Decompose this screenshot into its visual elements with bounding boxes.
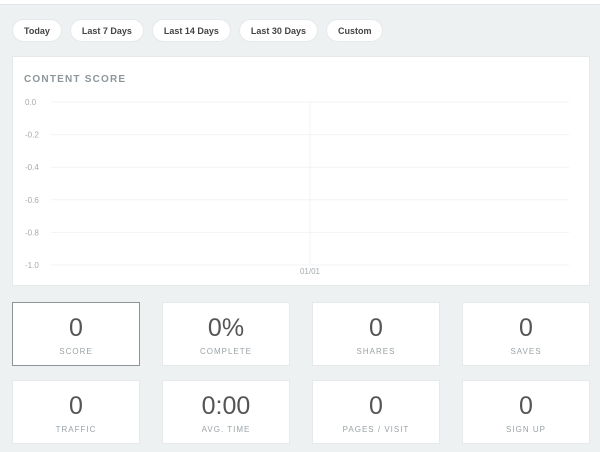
metric-value: 0 [369,314,383,342]
metric-tile-sign-up[interactable]: 0 SIGN UP [462,380,590,444]
y-tick-label: -1.0 [25,261,39,270]
y-tick-label: -0.8 [25,228,39,237]
metric-value: 0:00 [201,392,251,420]
metric-value: 0 [369,392,383,420]
x-tick-label: 01/01 [300,267,321,276]
metric-value: 0 [69,392,83,420]
range-custom-button[interactable]: Custom [325,19,384,42]
content-score-chart-card: CONTENT SCORE 0.0 -0.2 -0.4 -0.6 -0.8 -1.0 01/… [12,56,590,286]
metric-value: 0% [207,314,245,342]
metric-tile-avg-time[interactable]: 0:00 AVG. TIME [162,380,290,444]
metric-tile-traffic[interactable]: 0 TRAFFIC [12,380,140,444]
metric-value: 0 [519,314,533,342]
y-tick-label: -0.6 [25,196,39,205]
metric-label: PAGES / VISIT [342,425,410,434]
y-tick-label: -0.4 [25,163,39,172]
metric-label: SIGN UP [506,425,546,434]
metric-value: 0 [69,314,83,342]
metric-label: AVG. TIME [201,425,251,434]
y-tick-label: 0.0 [25,98,37,107]
range-last-30-days-button[interactable]: Last 30 Days [238,19,318,42]
date-range-selector: Today Last 7 Days Last 14 Days Last 30 D… [12,19,384,42]
metric-tile-shares[interactable]: 0 SHARES [312,302,440,366]
metric-label: SHARES [356,347,396,356]
range-last-14-days-button[interactable]: Last 14 Days [151,19,231,42]
top-bar [0,0,600,5]
metric-tile-pages-per-visit[interactable]: 0 PAGES / VISIT [312,380,440,444]
content-score-chart: 0.0 -0.2 -0.4 -0.6 -0.8 -1.0 01/01 [25,98,569,276]
metric-value: 0 [519,392,533,420]
metric-tile-saves[interactable]: 0 SAVES [462,302,590,366]
metric-tile-complete[interactable]: 0% COMPLETE [162,302,290,366]
metric-label: SAVES [510,347,542,356]
range-today-button[interactable]: Today [12,19,62,42]
metric-tile-score[interactable]: 0 SCORE [12,302,140,366]
metric-label: TRAFFIC [55,425,97,434]
metric-label: COMPLETE [199,347,252,356]
y-tick-label: -0.2 [25,131,39,140]
range-last-7-days-button[interactable]: Last 7 Days [69,19,144,42]
metric-label: SCORE [59,347,93,356]
